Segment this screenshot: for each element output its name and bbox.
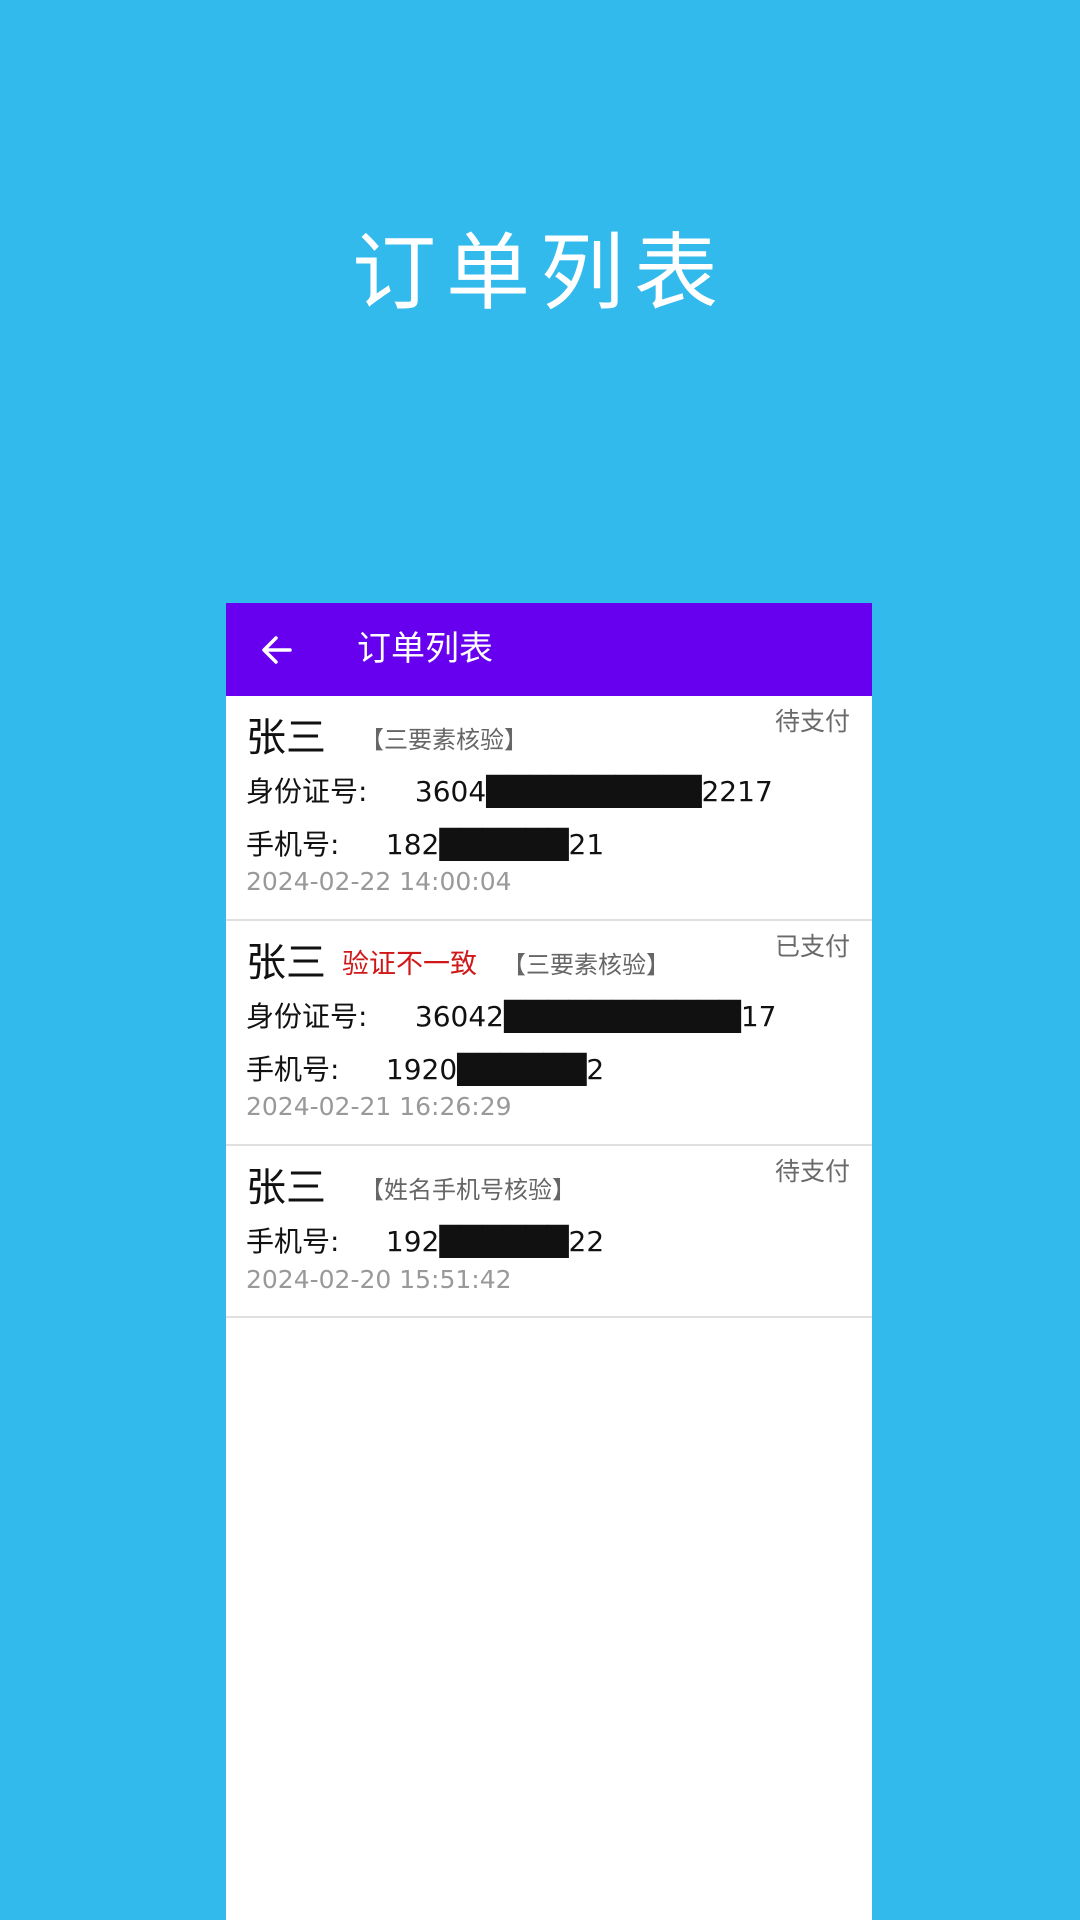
order-item[interactable]: 待支付 张三 【姓名手机号核验】 手机号: 192██████22 2024-0… bbox=[226, 1146, 872, 1318]
order-status: 待支付 bbox=[774, 707, 850, 736]
id-number-value: 36042███████████17 bbox=[414, 1000, 777, 1033]
phone-screen: 订单列表 待支付 张三 【三要素核验】 身份证号: 3604██████████… bbox=[226, 603, 872, 1920]
phone-row: 手机号: 1920██████2 bbox=[246, 1050, 604, 1090]
id-number-label: 身份证号: bbox=[246, 1000, 368, 1033]
phone-row: 手机号: 182██████21 bbox=[246, 825, 604, 865]
order-name: 张三 bbox=[246, 1165, 326, 1211]
order-name: 张三 bbox=[246, 940, 326, 986]
order-status: 待支付 bbox=[774, 1157, 850, 1186]
order-verify-type: 【姓名手机号核验】 bbox=[360, 1176, 576, 1204]
phone-label: 手机号: bbox=[246, 1225, 340, 1258]
phone-row: 手机号: 192██████22 bbox=[246, 1222, 604, 1262]
arrow-left-icon bbox=[262, 636, 292, 664]
order-time: 2024-02-21 16:26:29 bbox=[246, 1092, 512, 1121]
back-button[interactable] bbox=[252, 625, 302, 675]
phone-value: 1920██████2 bbox=[385, 1053, 605, 1086]
order-name: 张三 bbox=[246, 715, 326, 761]
verify-mismatch-label: 验证不一致 bbox=[342, 949, 477, 980]
order-verify-type: 【三要素核验】 bbox=[360, 726, 528, 754]
phone-label: 手机号: bbox=[246, 828, 340, 861]
id-number-row: 身份证号: 36042███████████17 bbox=[246, 997, 776, 1037]
order-verify-type: 【三要素核验】 bbox=[502, 951, 670, 979]
id-number-value: 3604██████████2217 bbox=[414, 775, 773, 808]
order-item[interactable]: 已支付 张三 验证不一致 【三要素核验】 身份证号: 36042████████… bbox=[226, 921, 872, 1146]
order-time: 2024-02-20 15:51:42 bbox=[246, 1265, 512, 1294]
order-time: 2024-02-22 14:00:04 bbox=[246, 867, 512, 896]
id-number-row: 身份证号: 3604██████████2217 bbox=[246, 772, 773, 812]
phone-value: 192██████22 bbox=[385, 1225, 605, 1258]
app-bar: 订单列表 bbox=[226, 603, 872, 696]
order-item[interactable]: 待支付 张三 【三要素核验】 身份证号: 3604██████████2217 … bbox=[226, 696, 872, 921]
phone-value: 182██████21 bbox=[385, 828, 605, 861]
order-status: 已支付 bbox=[774, 932, 850, 961]
id-number-label: 身份证号: bbox=[246, 775, 368, 808]
promo-title: 订单列表 bbox=[351, 224, 728, 322]
phone-label: 手机号: bbox=[246, 1053, 340, 1086]
app-bar-title: 订单列表 bbox=[357, 629, 493, 669]
